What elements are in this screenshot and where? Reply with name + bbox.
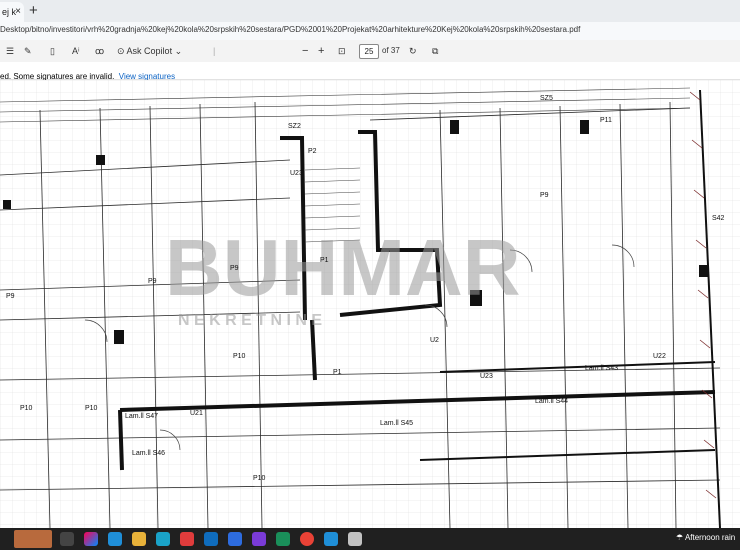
room-label: P10 (20, 405, 33, 412)
edge-icon[interactable] (324, 532, 338, 546)
app-icon[interactable] (276, 532, 290, 546)
app-icon[interactable] (348, 532, 362, 546)
address-bar[interactable]: Desktop/bitno/investitori/vrh%20gradnja%… (0, 22, 740, 40)
page-total: of 37 (382, 46, 400, 55)
room-label: SZ5 (540, 95, 553, 102)
copilot-label: Ask Copilot (126, 46, 173, 56)
room-label: P9 (148, 278, 157, 285)
zoom-out-button[interactable]: − (302, 43, 308, 59)
page-number-input[interactable]: 25 (359, 44, 379, 59)
url-text: Desktop/bitno/investitori/vrh%20gradnja%… (0, 25, 581, 34)
room-label: P9 (6, 293, 15, 300)
edge-icon[interactable] (108, 532, 122, 546)
app-icon[interactable] (228, 532, 242, 546)
rotate-icon[interactable]: ↻ (409, 43, 417, 59)
room-label: Lam.ll S43 (585, 365, 618, 372)
app-icon[interactable] (180, 532, 194, 546)
taskbar: ☂ Afternoon rain (0, 528, 740, 550)
room-label: U23 (480, 373, 493, 380)
room-label: P2 (308, 148, 317, 155)
room-label: P9 (540, 192, 549, 199)
start-icon[interactable] (60, 532, 74, 546)
tab-pdf[interactable]: ej k × (0, 2, 24, 22)
room-label: Lam.ll S45 (380, 420, 413, 427)
bookmark-icon[interactable]: ☰ (6, 43, 14, 59)
room-label: P10 (233, 353, 246, 360)
file-explorer-icon[interactable] (132, 532, 146, 546)
watermark-subtitle: N E K R E T N I N E (178, 312, 322, 329)
widget-thumbnail[interactable] (14, 530, 52, 548)
copilot-icon[interactable] (84, 532, 98, 546)
draw-icon[interactable]: ✎ (24, 43, 32, 59)
signature-bar: ed. Some signatures are invalid. View si… (0, 62, 740, 81)
room-label: P9 (230, 265, 239, 272)
copilot-button[interactable]: ⊙ Ask Copilot ⌄ (117, 43, 182, 59)
tab-title: ej k (2, 7, 17, 17)
outlook-icon[interactable] (204, 532, 218, 546)
pdf-toolbar: ☰ ✎ ▯ Aⁱ ꝏ ⊙ Ask Copilot ⌄ | − + ⊡ 25 of… (0, 40, 740, 63)
highlighter-icon[interactable]: ▯ (50, 43, 55, 59)
watermark-logo: BUHMAR (165, 223, 521, 312)
zoom-in-button[interactable]: + (318, 43, 324, 59)
room-label: P10 (253, 475, 266, 482)
room-label: Lam.ll S47 (125, 413, 158, 420)
room-label: U21 (190, 410, 203, 417)
weather-widget[interactable]: ☂ Afternoon rain (676, 533, 735, 542)
app-icon[interactable] (156, 532, 170, 546)
read-aloud-icon[interactable]: ꝏ (95, 43, 104, 59)
pdf-page: BUHMAR N E K R E T N I N E P2 P1 P1 P9 P… (0, 80, 740, 529)
room-label: P11 (600, 117, 612, 124)
weather-text: Afternoon rain (684, 533, 736, 542)
floor-plan-drawing: BUHMAR N E K R E T N I N E P2 P1 P1 P9 P… (0, 80, 740, 529)
room-label: U2 (430, 337, 439, 344)
close-tab-icon[interactable]: × (15, 2, 21, 22)
room-label: P1 (333, 369, 342, 376)
room-label: SZ2 (288, 123, 301, 130)
text-aa-icon[interactable]: Aⁱ (72, 43, 80, 59)
room-label: Lam.ll S44 (535, 398, 568, 405)
room-label: S42 (712, 215, 725, 222)
chrome-icon[interactable] (300, 532, 314, 546)
viber-icon[interactable] (252, 532, 266, 546)
fit-page-icon[interactable]: ⊡ (338, 43, 346, 59)
page-view-icon[interactable]: ⧉ (432, 43, 438, 59)
room-label: P1 (320, 257, 329, 264)
room-label: P10 (85, 405, 98, 412)
divider: | (213, 46, 216, 56)
room-label: U23 (290, 170, 303, 177)
room-label: U22 (653, 353, 666, 360)
room-label: Lam.ll S46 (132, 450, 165, 457)
new-tab-button[interactable]: + (29, 2, 45, 20)
tab-strip: ej k × + (0, 0, 740, 22)
